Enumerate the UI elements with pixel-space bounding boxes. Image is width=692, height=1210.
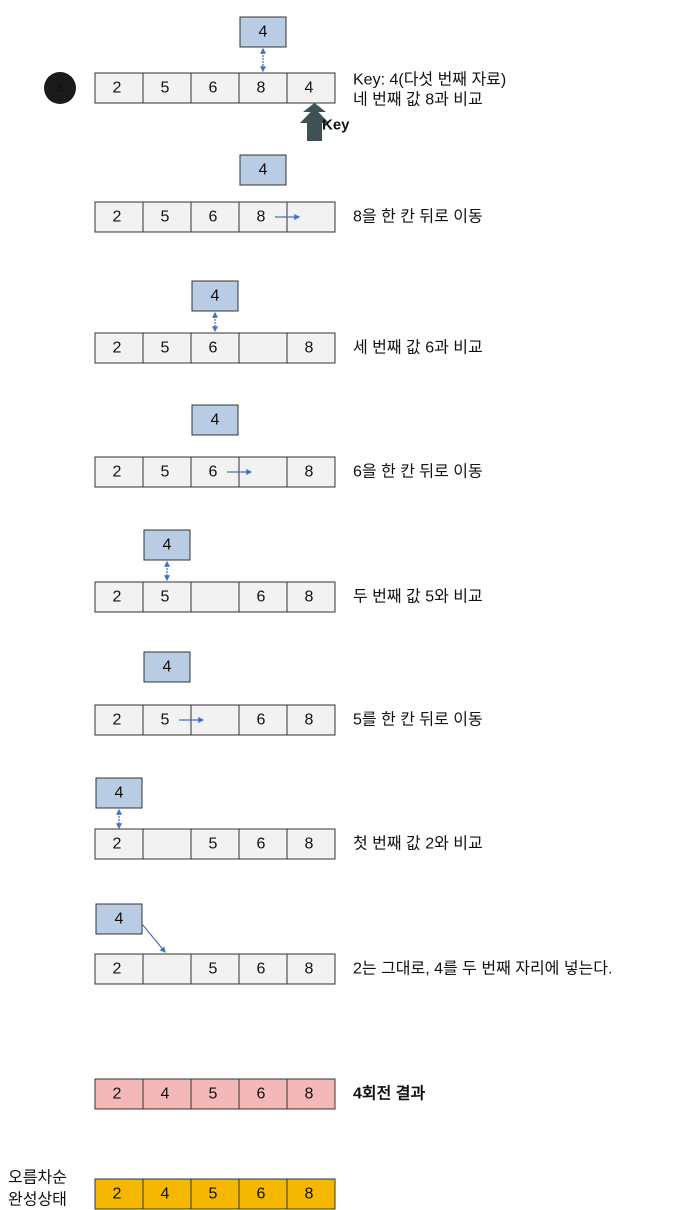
step-6-label-0: 5를 한 칸 뒤로 이동 (353, 711, 483, 729)
step-6-cell-value-0: 2 (113, 712, 122, 729)
step-3-key-box-value: 4 (211, 288, 220, 305)
step-5-cell-value-3: 6 (257, 589, 266, 606)
step-4-cell-value-1: 5 (161, 464, 170, 481)
result-label: 4회전 결과 (353, 1084, 426, 1103)
step-3-label-0: 세 번째 값 6과 비교 (353, 339, 483, 357)
step-8-insert-arrow (141, 923, 166, 953)
step-5-cell-value-4: 8 (305, 589, 314, 606)
step-7-cell-value-0: 2 (113, 836, 122, 853)
step-1-label-0: Key: 4(다섯 번째 자료) (353, 71, 506, 89)
final-cell-value-0: 2 (113, 1186, 122, 1203)
step-1-cell-value-0: 2 (113, 80, 122, 97)
step-7-cell-value-2: 5 (209, 836, 218, 853)
step-1-cell-value-1: 5 (161, 80, 170, 97)
step-5-label-0: 두 번째 값 5와 비교 (353, 588, 483, 606)
final-cell-value-2: 5 (209, 1186, 218, 1203)
step-2-cell-value-3: 8 (257, 209, 266, 226)
step-2-cell-value-2: 6 (209, 209, 218, 226)
insertion-sort-diagram: 4 2 5 6 8 4 Key: 4(다섯 번째 자료) 네 번째 값 8과 비교 4 2 5 6 8 8… (0, 0, 692, 1210)
step-marker-number: 4 (56, 80, 64, 96)
step-7-key-box-value: 4 (115, 785, 124, 802)
step-1-cell-value-4: 4 (305, 80, 314, 97)
step-6-key-box-value: 4 (163, 659, 172, 676)
step-3-cell-value-0: 2 (113, 340, 122, 357)
diagram-canvas: 4 2 5 6 8 4 Key: 4(다섯 번째 자료) 네 번째 값 8과 비교 4 2 5 6 8 8… (8, 16, 612, 1210)
step-8-cell-value-4: 8 (305, 961, 314, 978)
step-6-cell-value-4: 8 (305, 712, 314, 729)
final-label-1: 완성상태 (8, 1191, 67, 1209)
step-6-cell-value-1: 5 (161, 712, 170, 729)
key-pointer-label: Key (322, 117, 350, 134)
step-5-cell-2 (190, 581, 240, 613)
step-4-key-box-value: 4 (211, 412, 220, 429)
step-7-cell-1 (142, 828, 192, 860)
step-1-label-1: 네 번째 값 8과 비교 (353, 91, 483, 109)
step-5-key-box-value: 4 (163, 537, 172, 554)
step-5-cell-value-0: 2 (113, 589, 122, 606)
step-3-cell-3 (238, 332, 288, 364)
step-2-label-0: 8을 한 칸 뒤로 이동 (353, 208, 483, 226)
step-3-cell-value-4: 8 (305, 340, 314, 357)
step-2-cell-value-1: 5 (161, 209, 170, 226)
step-1-cell-value-3: 8 (257, 80, 266, 97)
result-cell-value-3: 6 (257, 1086, 266, 1103)
step-8-cell-1 (142, 953, 192, 985)
final-cell-value-1: 4 (161, 1186, 170, 1203)
step-2-cell-value-0: 2 (113, 209, 122, 226)
result-cell-value-0: 2 (113, 1086, 122, 1103)
final-label-0: 오름차순 (8, 1169, 67, 1187)
final-cell-value-4: 8 (305, 1186, 314, 1203)
step-8-cell-value-2: 5 (209, 961, 218, 978)
step-8-label-0: 2는 그대로, 4를 두 번째 자리에 넣는다. (353, 960, 612, 978)
result-cell-value-4: 8 (305, 1086, 314, 1103)
step-6-cell-value-3: 6 (257, 712, 266, 729)
step-8-key-box-value: 4 (115, 911, 124, 928)
step-7-label-0: 첫 번째 값 2와 비교 (353, 835, 483, 853)
step-3-cell-value-1: 5 (161, 340, 170, 357)
step-7-cell-value-3: 6 (257, 836, 266, 853)
step-4-cell-value-2: 6 (209, 464, 218, 481)
step-4-cell-value-0: 2 (113, 464, 122, 481)
step-8-cell-value-0: 2 (113, 961, 122, 978)
final-cell-value-3: 6 (257, 1186, 266, 1203)
step-8-cell-value-3: 6 (257, 961, 266, 978)
result-cell-value-2: 5 (209, 1086, 218, 1103)
step-3-cell-value-2: 6 (209, 340, 218, 357)
step-7-cell-value-4: 8 (305, 836, 314, 853)
result-cell-value-1: 4 (161, 1086, 170, 1103)
step-4-label-0: 6을 한 칸 뒤로 이동 (353, 463, 483, 481)
step-4-cell-value-4: 8 (305, 464, 314, 481)
step-2-key-box-value: 4 (259, 162, 268, 179)
step-1-cell-value-2: 6 (209, 80, 218, 97)
step-5-cell-value-1: 5 (161, 589, 170, 606)
step-1-key-box-value: 4 (259, 24, 268, 41)
